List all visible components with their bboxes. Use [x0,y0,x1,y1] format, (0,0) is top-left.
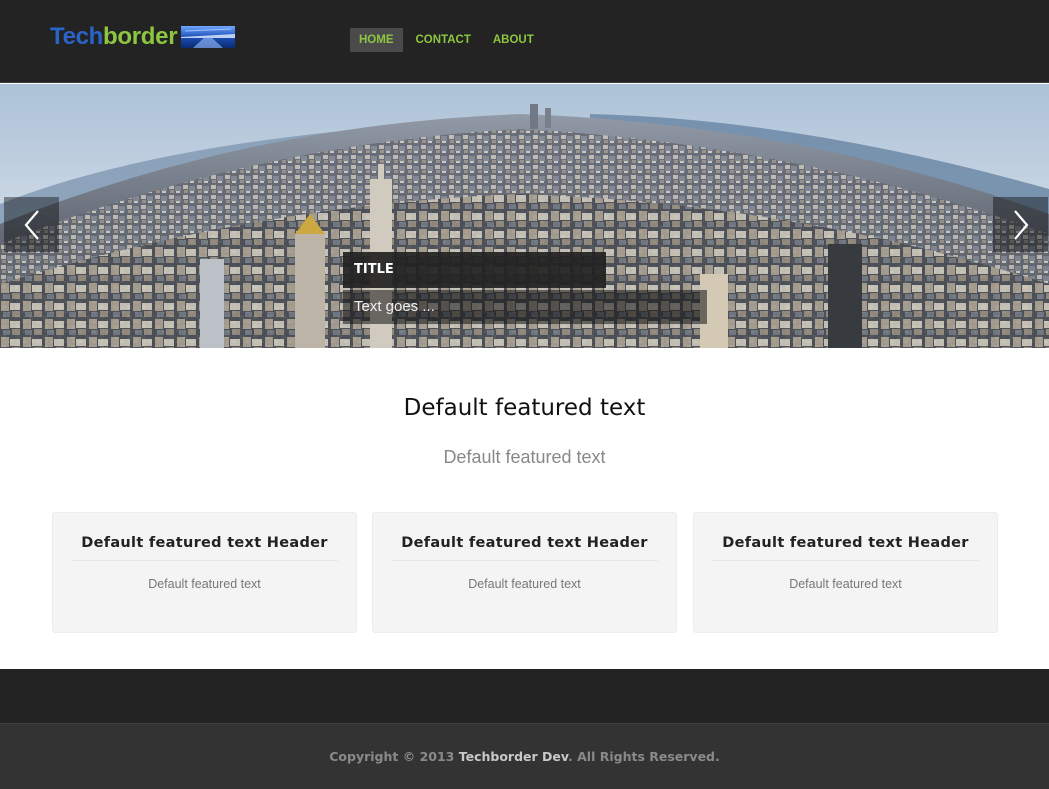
slider-prev-button[interactable] [4,197,59,252]
slide-caption-title: TITLE [343,252,606,288]
chevron-left-icon [24,209,39,240]
slider-next-button[interactable] [993,197,1048,252]
copyright-text: Copyright © 2013 Techborder Dev. All Rig… [0,749,1049,764]
copyright-brand: Techborder Dev [458,749,569,764]
nav-contact[interactable]: CONTACT [407,28,480,52]
footer-bottom: Copyright © 2013 Techborder Dev. All Rig… [0,723,1049,789]
logo-text-tech: Tech [50,23,104,50]
feature-box: Default featured text Header Default fea… [372,512,677,633]
feature-box: Default featured text Header Default fea… [693,512,998,633]
copyright-prefix: Copyright © 2013 [329,749,459,764]
feature-box: Default featured text Header Default fea… [52,512,357,633]
hero-slider: TITLE Text goes ... [0,84,1049,348]
featured-subtitle: Default featured text [443,447,606,467]
logo-mark-icon [181,26,236,48]
main-nav: HOME CONTACT ABOUT [350,28,547,52]
slide-caption-text: Text goes ... [343,290,707,324]
feature-box-header: Default featured text Header [391,535,658,561]
feature-box-text: Default featured text [789,577,902,591]
featured-title: Default featured text [403,395,646,421]
site-header: Tech border HOME CONTACT ABOUT [0,0,1049,83]
feature-box-header: Default featured text Header [71,535,338,561]
logo-text-border: border [103,23,178,50]
nav-home[interactable]: HOME [350,28,403,52]
feature-box-header: Default featured text Header [712,535,979,561]
logo[interactable]: Tech border [50,22,236,52]
feature-box-text: Default featured text [148,577,261,591]
footer-top [0,669,1049,723]
nav-about[interactable]: ABOUT [484,28,543,52]
copyright-suffix: . All Rights Reserved. [568,749,720,764]
chevron-right-icon [1013,209,1028,240]
feature-box-text: Default featured text [468,577,581,591]
